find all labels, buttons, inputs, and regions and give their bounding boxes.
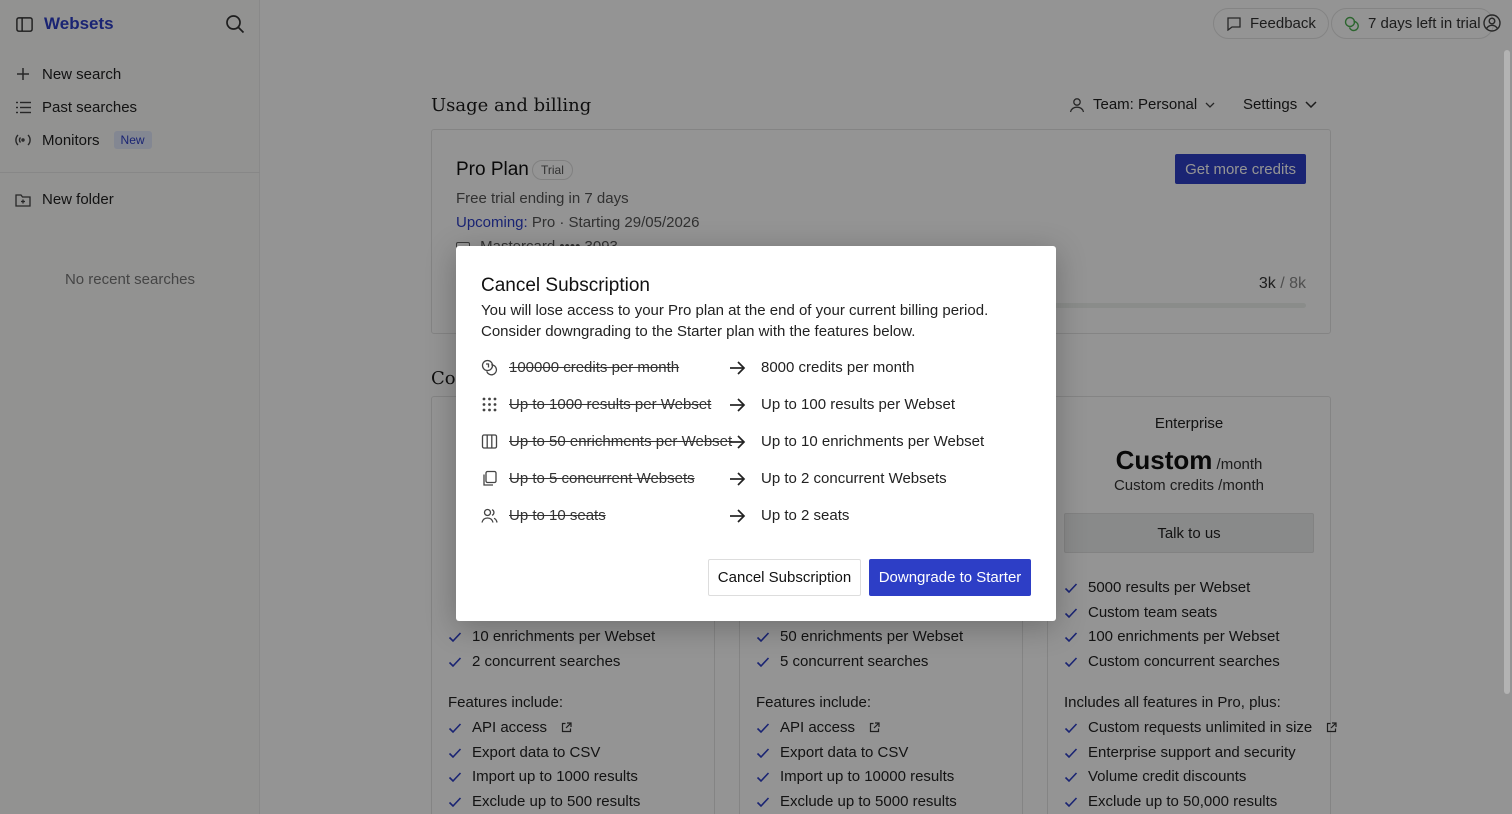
new-value: Up to 2 concurrent Websets	[761, 470, 947, 487]
users-icon	[481, 507, 498, 524]
arrow-right-icon	[728, 359, 746, 377]
plan-comparison-row: Up to 1000 results per Webset Up to 100 …	[481, 394, 1031, 416]
arrow-right-icon	[728, 433, 746, 451]
old-value: Up to 5 concurrent Websets	[509, 470, 695, 487]
grid-icon	[481, 396, 498, 413]
coins-icon	[481, 359, 498, 376]
plan-comparison-row: Up to 5 concurrent Websets Up to 2 concu…	[481, 468, 1031, 490]
new-value: Up to 2 seats	[761, 507, 850, 524]
old-value: Up to 10 seats	[509, 507, 606, 524]
scrollbar[interactable]	[1504, 50, 1510, 694]
new-value: 8000 credits per month	[761, 359, 915, 376]
columns-icon	[481, 433, 498, 450]
dialog-title: Cancel Subscription	[481, 275, 650, 296]
plan-comparison-row: Up to 10 seats Up to 2 seats	[481, 505, 1031, 527]
old-value: 100000 credits per month	[509, 359, 680, 376]
new-value: Up to 10 enrichments per Webset	[761, 433, 985, 450]
new-value: Up to 100 results per Webset	[761, 396, 955, 413]
copy-icon	[481, 470, 498, 487]
plan-comparison-row: Up to 50 enrichments per Webset Up to 10…	[481, 431, 1031, 453]
arrow-right-icon	[728, 507, 746, 525]
old-value: Up to 50 enrichments per Webset	[509, 433, 733, 450]
cancel-subscription-dialog: Cancel Subscription You will lose access…	[456, 246, 1056, 621]
arrow-right-icon	[728, 470, 746, 488]
arrow-right-icon	[728, 396, 746, 414]
old-value: Up to 1000 results per Webset	[509, 396, 712, 413]
dialog-description: You will lose access to your Pro plan at…	[481, 302, 989, 340]
cancel-subscription-button[interactable]: Cancel Subscription	[708, 559, 861, 596]
plan-comparison-row: 100000 credits per month 8000 credits pe…	[481, 357, 1031, 379]
downgrade-to-starter-button[interactable]: Downgrade to Starter	[869, 559, 1031, 596]
